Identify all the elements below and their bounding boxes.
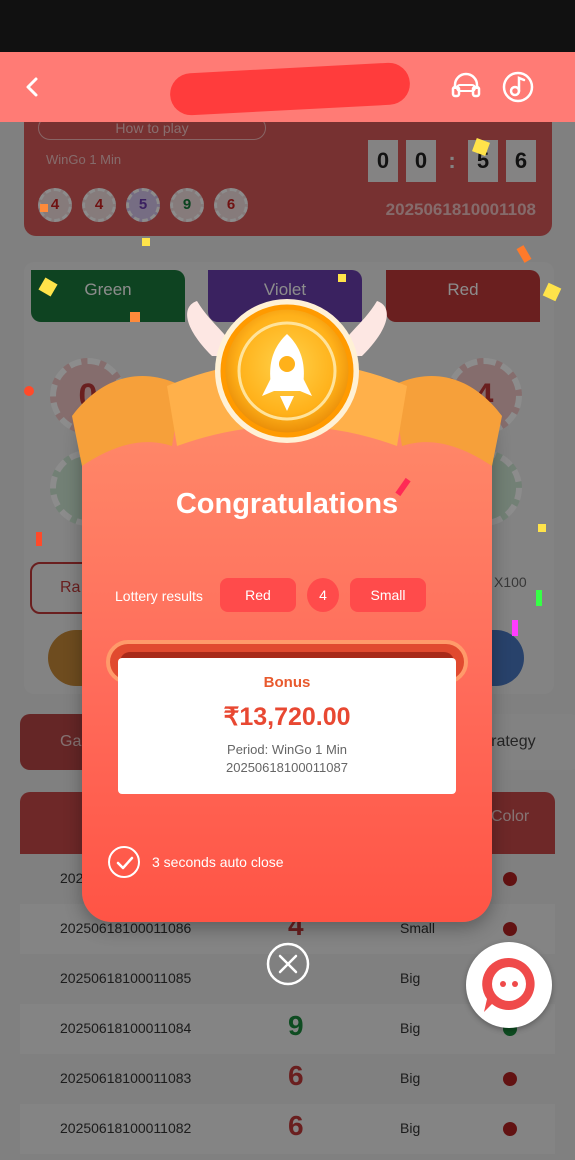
result-number-badge: 4	[307, 578, 339, 612]
bonus-ticket: Bonus ₹13,720.00 Period: WinGo 1 Min 202…	[118, 658, 456, 794]
chat-bubble-icon[interactable]	[466, 942, 552, 1028]
win-dialog: Congratulations Lottery results Red 4 Sm…	[82, 404, 492, 922]
music-note-icon[interactable]	[501, 70, 535, 104]
bonus-period-id: 20250618100011087	[226, 760, 348, 775]
result-size-badge: Small	[350, 578, 426, 612]
status-bar	[0, 0, 575, 52]
lottery-results-label: Lottery results	[115, 588, 203, 604]
auto-close-toggle[interactable]: 3 seconds auto close	[108, 846, 284, 878]
rocket-medal-icon	[72, 299, 502, 466]
check-icon[interactable]	[108, 846, 140, 878]
chevron-left-icon[interactable]	[18, 72, 48, 102]
close-icon[interactable]	[266, 942, 310, 986]
auto-close-label: 3 seconds auto close	[152, 854, 284, 870]
result-color-badge: Red	[220, 578, 296, 612]
dialog-title: Congratulations	[175, 488, 399, 520]
headset-icon[interactable]	[449, 70, 483, 104]
bonus-label: Bonus	[263, 674, 311, 691]
bonus-period: Period: WinGo 1 Min	[227, 742, 347, 757]
redacted-title	[169, 61, 411, 117]
app-header	[0, 52, 575, 122]
bonus-amount: ₹13,720.00	[223, 703, 351, 731]
